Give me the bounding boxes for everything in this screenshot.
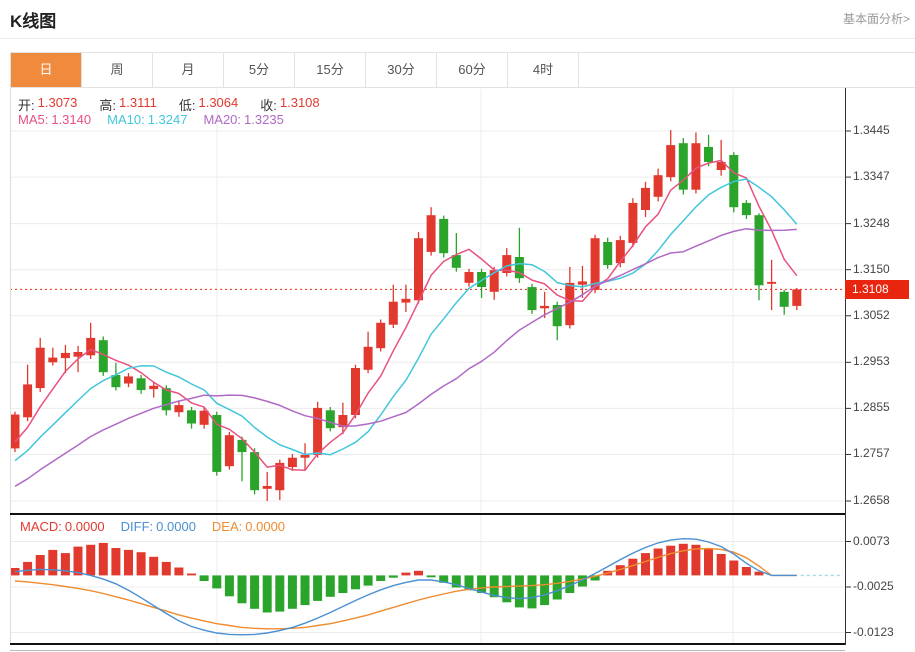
candle [23, 384, 32, 417]
candle [124, 376, 133, 383]
macd-bar [427, 575, 436, 577]
candle [376, 323, 385, 348]
macd-bar [301, 575, 310, 605]
macd-bar [351, 575, 360, 589]
macd-bar [99, 543, 108, 576]
macd-bar [124, 550, 133, 576]
macd-bar [36, 555, 45, 575]
macd-bar [250, 575, 259, 608]
candle [225, 435, 234, 466]
macd-bar [389, 575, 398, 577]
macd-bar [225, 575, 234, 596]
macd-bar [288, 575, 297, 608]
candle [767, 282, 776, 284]
candle [174, 405, 183, 412]
macd-bar [238, 575, 247, 603]
macd-bar [401, 573, 410, 576]
macd-bar [376, 575, 385, 581]
macd-bar [553, 575, 562, 599]
candle [48, 358, 57, 363]
macd-bar [137, 552, 146, 575]
macd-bar [414, 571, 423, 576]
macd-bar [641, 553, 650, 575]
candle [401, 299, 410, 303]
candle [477, 272, 486, 287]
macd-bar [704, 549, 713, 576]
candle [528, 287, 537, 310]
macd-bar [74, 547, 83, 576]
candle [364, 347, 373, 370]
candle [200, 411, 209, 425]
ma10-line [15, 179, 797, 461]
candle [326, 410, 335, 428]
candle [654, 175, 663, 197]
candle [313, 408, 322, 455]
macd-bar [48, 550, 57, 576]
candle [616, 240, 625, 263]
candle [792, 289, 801, 306]
macd-bar [666, 546, 675, 576]
candle [137, 378, 146, 390]
macd-bar [540, 575, 549, 605]
candle [603, 242, 612, 265]
macd-bar [326, 575, 335, 596]
macd-bar [313, 575, 322, 601]
macd-bar [477, 575, 486, 593]
candle [36, 348, 45, 388]
candle [250, 452, 259, 490]
last-price-badge: 1.3108 [845, 280, 909, 299]
macd-bar [149, 557, 158, 576]
candle [61, 353, 70, 358]
candle [742, 203, 751, 215]
candle [641, 188, 650, 210]
macd-bar [86, 545, 95, 576]
macd-bar [212, 575, 221, 588]
kline-page: K线图 基本面分析> 日周月5分15分30分60分4时 开:1.3073高:1.… [0, 0, 915, 652]
candle [578, 281, 587, 284]
candle [263, 486, 272, 489]
candle [439, 219, 448, 253]
macd-bar [515, 575, 524, 607]
macd-bar [174, 568, 183, 576]
macd-bar [187, 574, 196, 576]
macd-bar [162, 562, 171, 576]
macd-bar [679, 544, 688, 576]
candle [755, 215, 764, 285]
macd-bar [275, 575, 284, 611]
macd-bar [528, 575, 537, 608]
macd-bar [717, 554, 726, 575]
macd-bar [111, 548, 120, 575]
macd-bar [364, 575, 373, 585]
candle [704, 147, 713, 162]
macd-bar [23, 562, 32, 576]
candle [780, 292, 789, 307]
candle [414, 238, 423, 300]
candle [149, 386, 158, 389]
candle [465, 272, 474, 283]
candle [427, 215, 436, 252]
macd-bar [742, 567, 751, 575]
candle [187, 410, 196, 423]
macd-histogram [11, 543, 764, 613]
candle [666, 145, 675, 177]
candle [591, 238, 600, 290]
ma20-line [15, 229, 797, 487]
macd-bar [200, 575, 209, 581]
candle [389, 302, 398, 325]
candle [540, 306, 549, 308]
macd-bar [729, 561, 738, 576]
macd-bar [654, 549, 663, 576]
candle [288, 458, 297, 467]
kline-chart [0, 0, 915, 652]
candle [301, 455, 310, 458]
macd-bar [61, 553, 70, 575]
candle [628, 203, 637, 243]
macd-bar [263, 575, 272, 612]
macd-bar [338, 575, 347, 593]
candle [11, 415, 20, 449]
